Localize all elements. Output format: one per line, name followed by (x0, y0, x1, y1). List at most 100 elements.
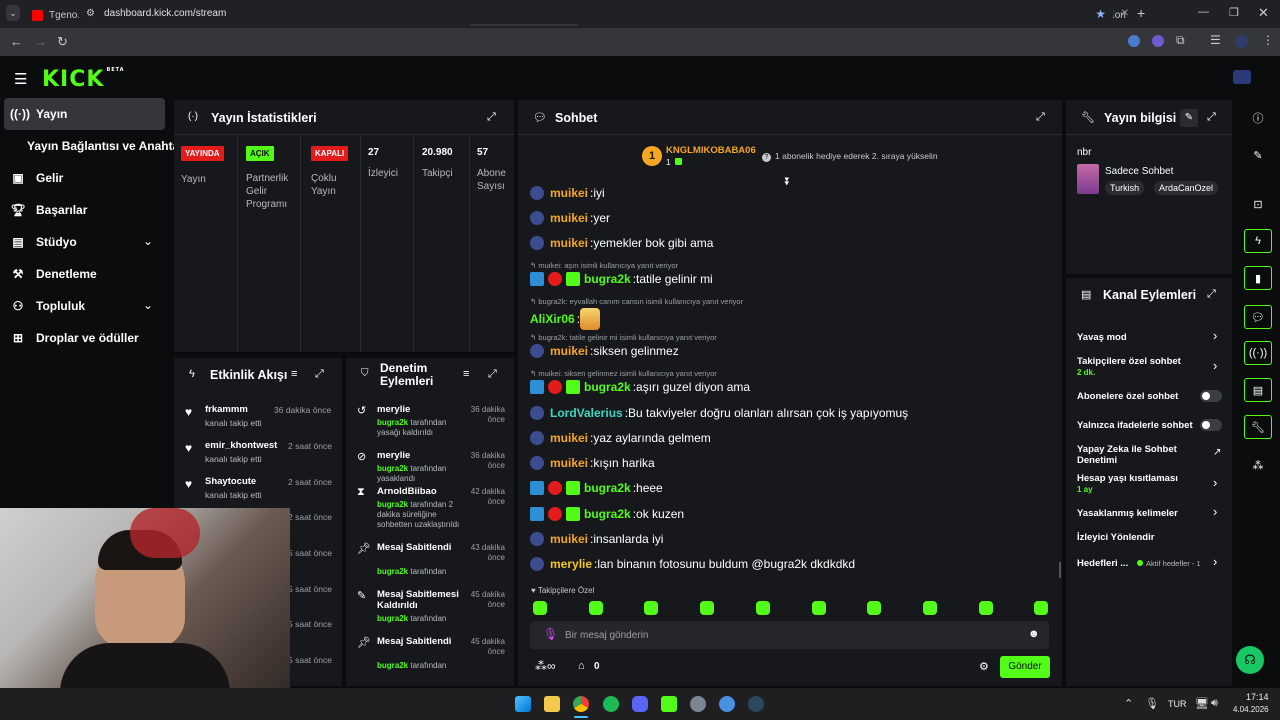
channel-actions-icon[interactable]: ▤ (1244, 378, 1272, 402)
chat-reply-context[interactable]: ↰ bugra2k: eyvallah canım cansın isimli … (530, 297, 743, 306)
info-icon[interactable]: ⓘ (1244, 106, 1272, 130)
chat-message[interactable]: bugra2k: heee (530, 481, 663, 495)
extensions-puzzle-icon[interactable]: ⧉ (1176, 33, 1185, 48)
extension-icon[interactable] (1128, 35, 1140, 47)
filter-icon[interactable]: ≡ (463, 368, 469, 380)
chrome-icon[interactable] (573, 696, 589, 712)
gear-app-icon[interactable] (719, 696, 735, 712)
chevron-right-icon[interactable]: › (1213, 475, 1217, 490)
chat-username[interactable]: muikei (550, 431, 588, 445)
store-icon[interactable]: ⌂ (578, 660, 585, 672)
capture-icon[interactable]: ⊡ (1244, 192, 1272, 216)
follower-emote[interactable] (588, 601, 603, 615)
chat-reply-context[interactable]: ↰ muikei: aşırı isimli kullanıcıya yanıt… (530, 261, 678, 270)
support-headset-icon[interactable]: ☊ (1236, 646, 1264, 674)
chat-username[interactable]: muikei (550, 344, 588, 358)
chat-message[interactable]: muikei: insanlarda iyi (530, 532, 663, 546)
chat-message[interactable]: merylie: lan binanın fotosunu buldum @bu… (530, 557, 855, 571)
followers-only-chat-item[interactable]: Takipçilere özel sohbet (1077, 356, 1181, 367)
spotify-icon[interactable] (603, 696, 619, 712)
chat-bubble-icon[interactable]: 💬︎ (1244, 305, 1272, 329)
chevron-right-icon[interactable]: › (1213, 554, 1217, 569)
chevron-right-icon[interactable]: › (1213, 358, 1217, 373)
follower-emote[interactable] (867, 601, 882, 615)
clock-date[interactable]: 4.04.2026 (1233, 705, 1269, 714)
settings-app-icon[interactable] (690, 696, 706, 712)
moderator-name[interactable]: bugra2k (377, 567, 408, 576)
slow-mode-item[interactable]: Yavaş mod (1077, 332, 1127, 343)
minimize-window-button[interactable]: — (1198, 6, 1209, 18)
expand-icon[interactable]: ⤢ (315, 368, 324, 381)
chat-username[interactable]: merylie (550, 557, 592, 571)
edit-icon[interactable]: ✎ (1180, 109, 1198, 127)
media-control-icon[interactable]: ☰ (1210, 33, 1221, 47)
expand-icon[interactable]: ⤢ (488, 368, 497, 381)
moderator-name[interactable]: bugra2k (377, 464, 408, 473)
chat-reply-context[interactable]: ↰ bugra2k: tatile gelinir mi isimli kull… (530, 333, 717, 342)
close-tab-icon[interactable]: ✕ (1121, 8, 1129, 19)
chat-username[interactable]: AliXir06 (530, 312, 575, 326)
chat-message[interactable]: bugra2k: ok kuzen (530, 507, 684, 521)
tray-chevron-up-icon[interactable]: ⌃ (1124, 697, 1133, 710)
bookmark-star-icon[interactable]: ★ (1095, 4, 1106, 24)
chat-username[interactable]: bugra2k (584, 481, 631, 495)
category-name[interactable]: Sadece Sohbet (1105, 166, 1173, 177)
channel-points-icon[interactable]: ⁂∞ (535, 659, 556, 673)
extension-icon[interactable] (1152, 35, 1164, 47)
microphone-icon[interactable]: 🎙︎ (543, 627, 558, 641)
chat-message[interactable]: LordValerius: Bu takviyeler doğru olanla… (530, 406, 908, 420)
follower-emote[interactable] (533, 601, 547, 615)
back-icon[interactable]: ← (10, 34, 23, 49)
sidebar-item-stream-key[interactable]: Yayın Bağlantısı ve Anahtarı (27, 139, 187, 153)
chat-message[interactable]: bugra2k: tatile gelinir mi (530, 272, 713, 286)
banned-words-item[interactable]: Yasaklanmış kelimeler (1077, 508, 1178, 519)
windows-start-icon[interactable] (515, 696, 531, 712)
chat-message[interactable]: AliXir06: (530, 308, 601, 330)
edit-icon[interactable]: ✎ (1244, 143, 1272, 167)
broadcast-icon[interactable]: ((·)) (1244, 341, 1272, 365)
network-icon[interactable]: 🖥︎ (1195, 697, 1209, 710)
tab-list-button[interactable]: ⌄ (6, 5, 20, 21)
site-info-icon[interactable]: ⚙ (86, 4, 95, 24)
forward-icon[interactable]: → (34, 34, 47, 49)
chat-username[interactable]: bugra2k (584, 507, 631, 521)
chat-message[interactable]: muikei: yaz aylarında gelmem (530, 431, 711, 445)
follower-emote[interactable] (700, 601, 715, 615)
ai-moderation-item[interactable]: Yapay Zeka ile Sohbet Denetimi (1077, 444, 1187, 466)
microphone-tray-icon[interactable]: 🎙︎ (1145, 697, 1159, 710)
follower-emote[interactable] (1034, 601, 1049, 615)
kick-app-icon[interactable] (661, 696, 677, 712)
chat-emote[interactable] (580, 308, 601, 330)
expand-icon[interactable]: ⤢ (1036, 111, 1045, 124)
activity-user[interactable]: Shaytocute (205, 476, 256, 487)
steam-icon[interactable] (748, 696, 764, 712)
follower-emote[interactable] (978, 601, 993, 615)
chat-username[interactable]: muikei (550, 211, 588, 225)
follower-emote[interactable] (755, 601, 770, 615)
volume-icon[interactable]: 🔊︎ (1211, 697, 1218, 710)
follower-emote[interactable] (922, 601, 937, 615)
send-button[interactable]: Gönder (1000, 656, 1050, 678)
collapse-pinned-icon[interactable]: ⏬︎ (785, 176, 791, 189)
chat-message[interactable]: muikei: siksen gelinmez (530, 344, 679, 358)
close-window-button[interactable]: ✕ (1258, 5, 1269, 21)
url-field[interactable]: ⚙ dashboard.kick.com/stream ★ (78, 4, 1114, 24)
pinned-gifter-name[interactable]: KNGLMIKOBABA06 (666, 145, 756, 156)
chat-message[interactable]: bugra2k: aşırı guzel diyon ama (530, 380, 750, 394)
emote-only-toggle[interactable] (1200, 419, 1222, 431)
chat-scrollbar[interactable] (1059, 562, 1061, 578)
user-avatar[interactable] (1233, 70, 1251, 84)
chevron-right-icon[interactable]: › (1213, 504, 1217, 519)
chat-username[interactable]: muikei (550, 236, 588, 250)
tag-chip[interactable]: ArdaCanOzel (1154, 181, 1219, 195)
raid-item[interactable]: İzleyici Yönlendir (1077, 532, 1154, 543)
sidebar-item-drops[interactable]: ⊞ Droplar ve ödüller (10, 331, 139, 345)
kick-logo[interactable]: KICK BETA (42, 67, 125, 92)
chevron-right-icon[interactable]: › (1213, 328, 1217, 343)
chat-message[interactable]: muikei: iyi (530, 186, 605, 200)
tag-chip[interactable]: Turkish (1105, 181, 1145, 195)
clock-time[interactable]: 17:14 (1246, 692, 1269, 702)
moderator-name[interactable]: bugra2k (377, 614, 408, 623)
clipboard-icon[interactable]: ▮ (1244, 266, 1272, 290)
sidebar-item-studio[interactable]: ▤ Stüdyo (10, 235, 76, 249)
